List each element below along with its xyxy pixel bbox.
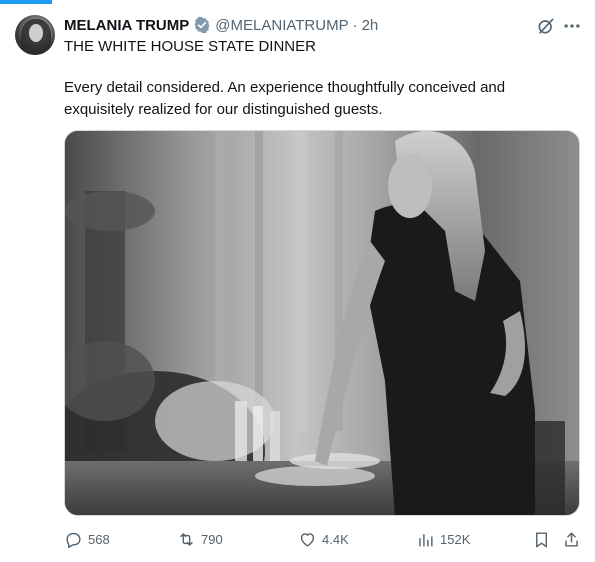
views-icon (419, 534, 433, 547)
separator-dot: · (352, 16, 358, 34)
tweet-actions: 568 790 4.4K 152K (64, 530, 584, 552)
bookmark-button[interactable] (532, 530, 551, 549)
reply-button[interactable]: 568 (64, 530, 110, 549)
tweet-card[interactable]: MELANIA TRUMP @MELANIATRUMP · 2h THE WHI… (0, 0, 595, 562)
share-button[interactable] (562, 530, 581, 549)
verified-badge-icon (193, 16, 211, 34)
more-icon[interactable] (562, 16, 582, 36)
tweet-header: MELANIA TRUMP @MELANIATRUMP · 2h (64, 14, 378, 36)
timestamp[interactable]: 2h (362, 17, 379, 34)
grok-icon[interactable] (536, 16, 556, 36)
like-button[interactable]: 4.4K (298, 530, 349, 549)
like-count: 4.4K (322, 532, 349, 547)
avatar-face (29, 24, 43, 42)
repost-button[interactable]: 790 (177, 530, 223, 549)
reply-icon (66, 532, 81, 549)
share-icon (565, 532, 578, 547)
avatar[interactable] (15, 15, 55, 55)
reply-count: 568 (88, 532, 110, 547)
author-handle[interactable]: @MELANIATRUMP (215, 17, 348, 34)
author-name[interactable]: MELANIA TRUMP (64, 17, 189, 34)
repost-count: 790 (201, 532, 223, 547)
repost-icon (180, 533, 193, 546)
tweet-title-line: THE WHITE HOUSE STATE DINNER (64, 38, 316, 55)
views-count: 152K (440, 532, 471, 547)
views-button[interactable]: 152K (416, 530, 470, 549)
like-icon (300, 533, 315, 547)
bookmark-icon (536, 532, 547, 548)
video-frame-illustration (65, 131, 579, 515)
video-media[interactable] (64, 130, 580, 516)
tweet-text: Every detail considered. An experience t… (64, 79, 506, 118)
